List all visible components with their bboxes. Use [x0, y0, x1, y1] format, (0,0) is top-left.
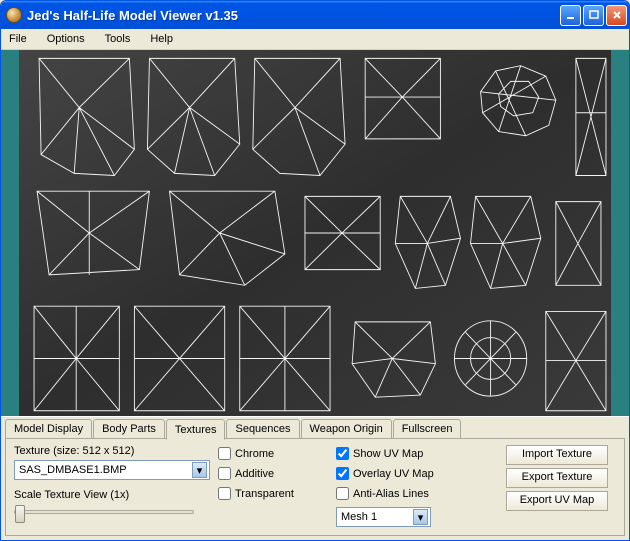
additive-label: Additive	[235, 468, 274, 480]
menu-help[interactable]: Help	[146, 31, 177, 47]
window-title: Jed's Half-Life Model Viewer v1.35	[27, 8, 560, 23]
additive-checkbox[interactable]	[218, 467, 231, 480]
app-icon	[6, 7, 22, 23]
texture-dropdown[interactable]: SAS_DMBASE1.BMP ▾	[14, 460, 210, 480]
tab-textures[interactable]: Textures	[166, 419, 226, 440]
viewport[interactable]	[1, 50, 629, 416]
import-texture-button[interactable]: Import Texture	[506, 445, 608, 465]
show-uv-checkbox[interactable]	[336, 447, 349, 460]
mesh-dropdown-value: Mesh 1	[341, 511, 377, 523]
tab-body-parts[interactable]: Body Parts	[93, 419, 165, 439]
slider-thumb[interactable]	[15, 505, 25, 523]
aa-lines-checkbox[interactable]	[336, 487, 349, 500]
texture-viewport[interactable]	[19, 50, 611, 416]
tab-weapon-origin[interactable]: Weapon Origin	[301, 419, 392, 439]
tab-model-display[interactable]: Model Display	[5, 419, 92, 439]
export-texture-button[interactable]: Export Texture	[506, 468, 608, 488]
menubar: File Options Tools Help	[1, 29, 629, 50]
scale-slider[interactable]	[14, 504, 194, 514]
texture-dropdown-value: SAS_DMBASE1.BMP	[19, 464, 127, 476]
chrome-label: Chrome	[235, 448, 274, 460]
tab-fullscreen[interactable]: Fullscreen	[393, 419, 462, 439]
app-window: Jed's Half-Life Model Viewer v1.35 File …	[0, 0, 630, 541]
maximize-button[interactable]	[583, 5, 604, 26]
close-button[interactable]	[606, 5, 627, 26]
bottom-panel: Model Display Body Parts Textures Sequen…	[1, 416, 629, 540]
chevron-down-icon: ▾	[413, 509, 428, 525]
chevron-down-icon: ▾	[192, 462, 207, 478]
tab-sequences[interactable]: Sequences	[226, 419, 299, 439]
overlay-uv-checkbox[interactable]	[336, 467, 349, 480]
show-uv-label: Show UV Map	[353, 448, 423, 460]
menu-options[interactable]: Options	[43, 31, 89, 47]
aa-lines-label: Anti-Alias Lines	[353, 488, 429, 500]
texture-size-label: Texture (size: 512 x 512)	[14, 445, 210, 457]
menu-file[interactable]: File	[5, 31, 31, 47]
tab-bar: Model Display Body Parts Textures Sequen…	[5, 419, 625, 439]
menu-tools[interactable]: Tools	[101, 31, 135, 47]
export-uv-button[interactable]: Export UV Map	[506, 491, 608, 511]
transparent-checkbox[interactable]	[218, 487, 231, 500]
scale-label: Scale Texture View (1x)	[14, 489, 210, 501]
textures-panel: Texture (size: 512 x 512) SAS_DMBASE1.BM…	[5, 438, 625, 536]
overlay-uv-label: Overlay UV Map	[353, 468, 434, 480]
titlebar[interactable]: Jed's Half-Life Model Viewer v1.35	[1, 1, 629, 29]
minimize-button[interactable]	[560, 5, 581, 26]
chrome-checkbox[interactable]	[218, 447, 231, 460]
transparent-label: Transparent	[235, 488, 294, 500]
mesh-dropdown[interactable]: Mesh 1 ▾	[336, 507, 431, 527]
